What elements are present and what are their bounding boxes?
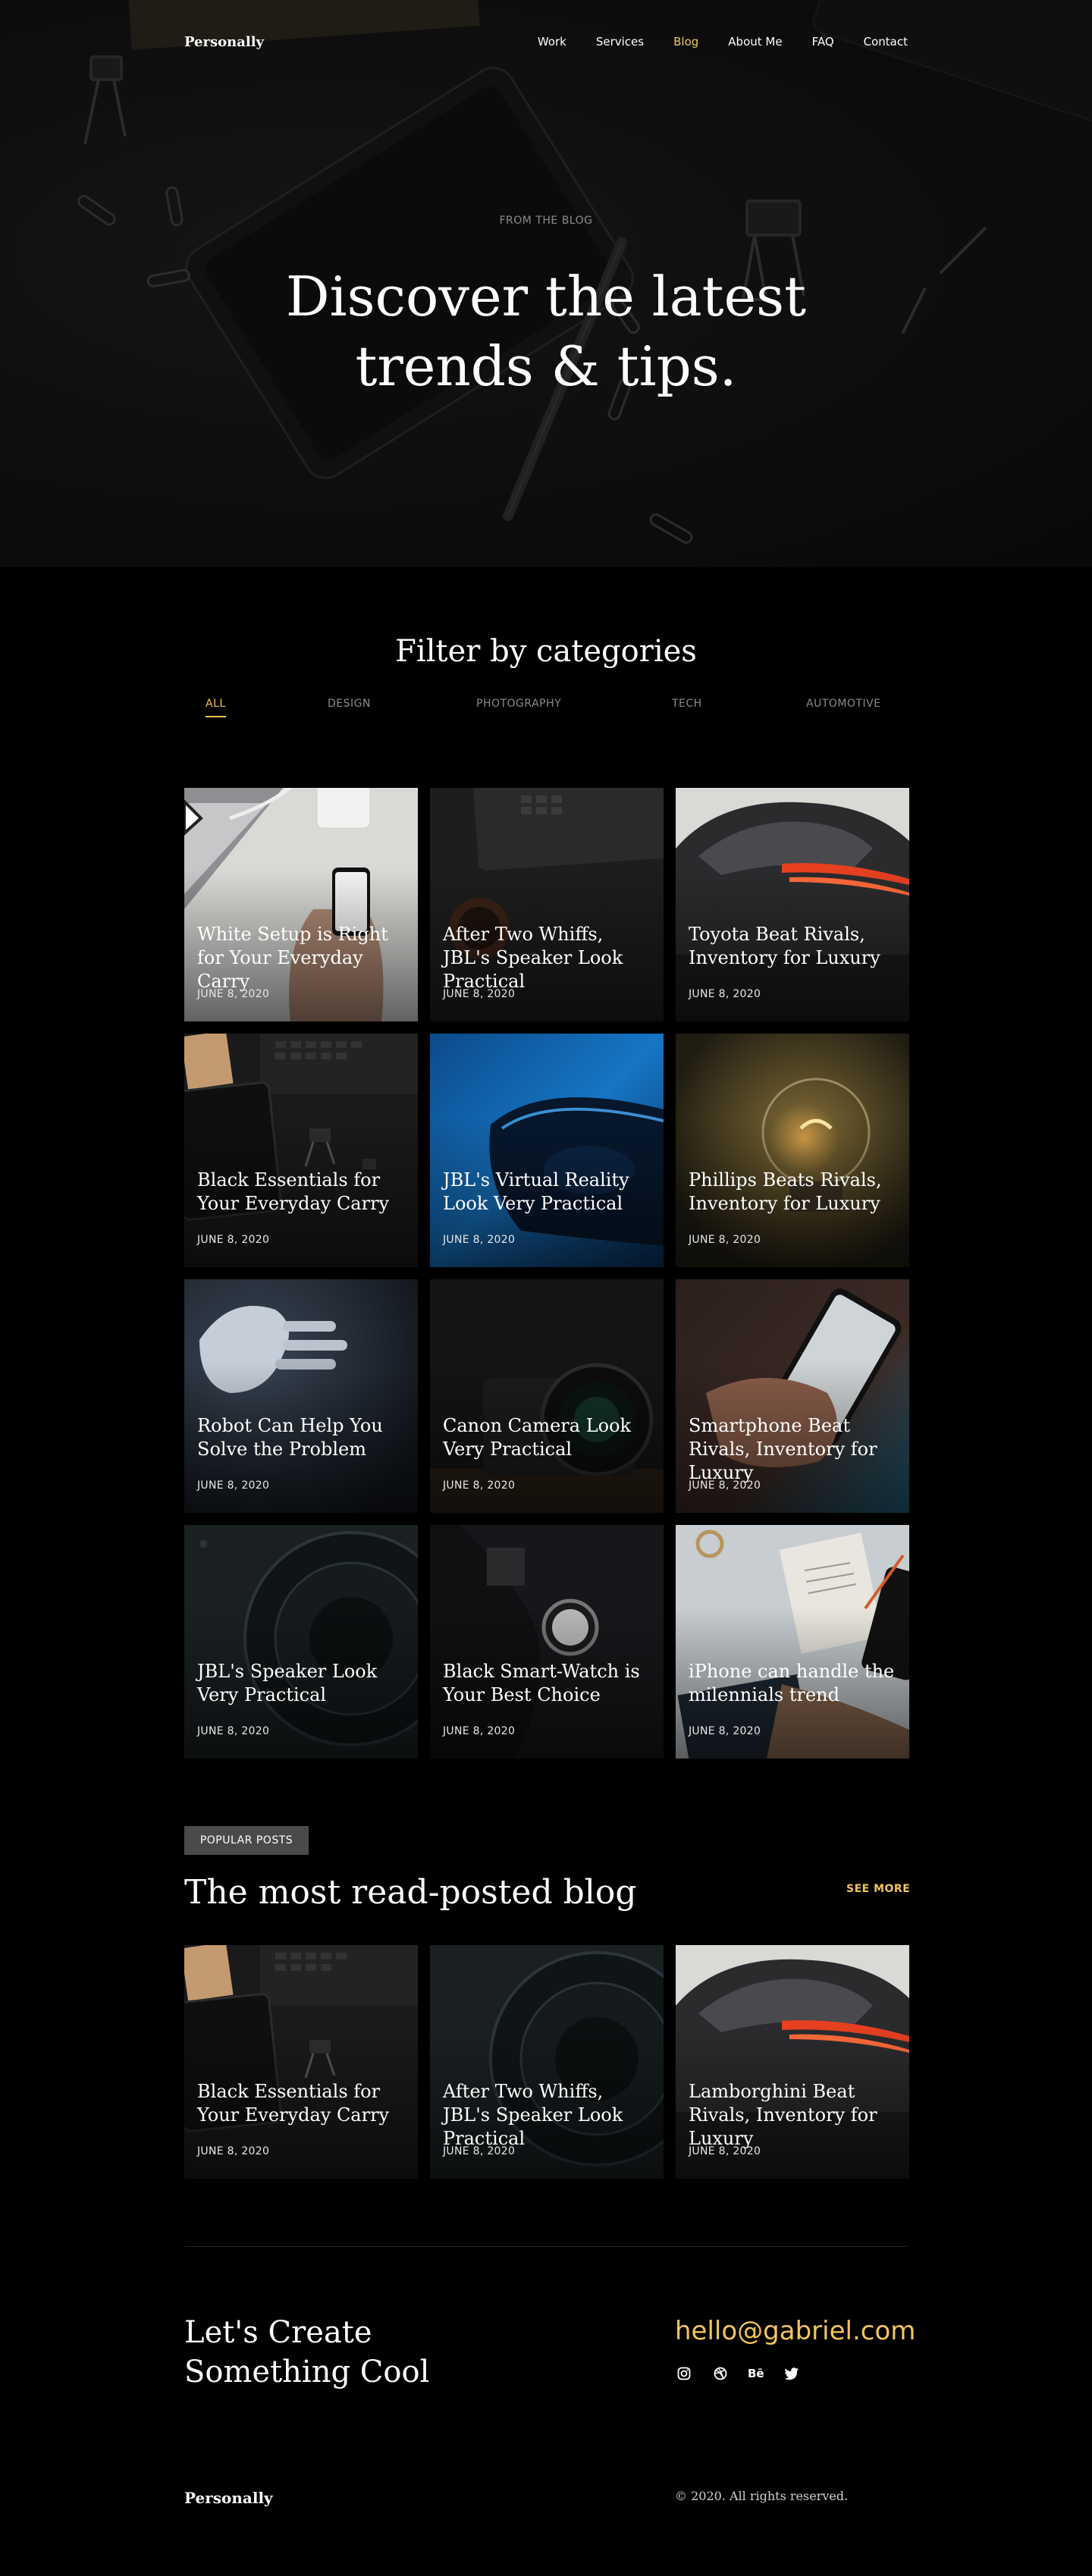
card-shade bbox=[430, 1525, 664, 1759]
hero-title-line-2: trends & tips. bbox=[355, 334, 737, 398]
card-shade bbox=[430, 1279, 664, 1513]
post-title: Lamborghini Beat Rivals, Inventory for L… bbox=[689, 2081, 877, 2149]
nav-links: Work Services Blog About Me FAQ Contact bbox=[538, 35, 908, 49]
post-title: Black Essentials for Your Everyday Carry bbox=[197, 1169, 390, 1214]
post-title: Phillips Beats Rivals, Inventory for Lux… bbox=[689, 1169, 882, 1214]
post-date: JUNE 8, 2020 bbox=[443, 1725, 516, 1737]
post-title: Black Smart-Watch is Your Best Choice bbox=[443, 1661, 640, 1705]
brand-logo[interactable]: Personally bbox=[184, 34, 264, 50]
behance-icon[interactable]: Bē bbox=[748, 2364, 764, 2383]
card-shade bbox=[676, 1034, 909, 1267]
post-date: JUNE 8, 2020 bbox=[197, 988, 270, 1000]
post-card[interactable]: After Two Whiffs, JBL's Speaker Look Pra… bbox=[430, 788, 664, 1021]
post-date: JUNE 8, 2020 bbox=[443, 1234, 516, 1246]
hero-kicker: FROM THE BLOG bbox=[499, 215, 593, 227]
nav-link-contact[interactable]: Contact bbox=[864, 35, 908, 49]
filter-tab-design[interactable]: DESIGN bbox=[328, 698, 371, 710]
post-date: JUNE 8, 2020 bbox=[197, 1725, 270, 1737]
hero-section: Personally Work Services Blog About Me F… bbox=[0, 0, 1092, 567]
post-title: Canon Camera Look Very Practical bbox=[443, 1415, 632, 1460]
post-card[interactable]: Phillips Beats Rivals, Inventory for Lux… bbox=[676, 1034, 909, 1267]
cta-line-1: Let's Create bbox=[184, 2315, 372, 2350]
hero-title: Discover the latest trends & tips. bbox=[281, 262, 811, 401]
post-date: JUNE 8, 2020 bbox=[197, 1479, 270, 1492]
filter-tab-photography[interactable]: PHOTOGRAPHY bbox=[476, 698, 561, 710]
hero-title-line-1: Discover the latest bbox=[285, 265, 807, 328]
footer-divider bbox=[184, 2246, 908, 2247]
post-date: JUNE 8, 2020 bbox=[197, 1234, 270, 1246]
instagram-icon[interactable] bbox=[675, 2364, 693, 2383]
card-shade bbox=[184, 1945, 418, 2179]
footer-brand[interactable]: Personally bbox=[184, 2489, 273, 2507]
post-date: JUNE 8, 2020 bbox=[443, 1479, 516, 1492]
post-title: White Setup is Right for Your Everyday C… bbox=[197, 924, 388, 992]
post-card[interactable]: Toyota Beat Rivals, Inventory for Luxury… bbox=[676, 788, 909, 1021]
post-date: JUNE 8, 2020 bbox=[443, 988, 516, 1000]
filter-title: Filter by categories bbox=[395, 634, 697, 669]
social-links: Bē bbox=[675, 2364, 801, 2383]
nav-link-services[interactable]: Services bbox=[596, 35, 644, 49]
post-title: iPhone can handle the milennials trend bbox=[689, 1661, 895, 1705]
post-title: JBL's Virtual Reality Look Very Practica… bbox=[443, 1169, 629, 1214]
cta-heading: Let's Create Something Cool bbox=[184, 2313, 429, 2392]
card-shade bbox=[676, 1525, 909, 1759]
filter-tab-all[interactable]: ALL bbox=[206, 698, 226, 717]
see-more-link[interactable]: SEE MORE bbox=[846, 1883, 910, 1895]
filter-tab-tech[interactable]: TECH bbox=[672, 698, 702, 710]
nav-link-work[interactable]: Work bbox=[538, 35, 566, 49]
cta-line-2: Something Cool bbox=[184, 2355, 430, 2389]
card-shade bbox=[184, 1279, 418, 1513]
post-card[interactable]: White Setup is Right for Your Everyday C… bbox=[184, 788, 418, 1021]
twitter-icon[interactable] bbox=[783, 2364, 801, 2383]
post-date: JUNE 8, 2020 bbox=[443, 2145, 516, 2157]
popular-post-card[interactable]: Lamborghini Beat Rivals, Inventory for L… bbox=[676, 1945, 909, 2179]
post-card[interactable]: Smartphone Beat Rivals, Inventory for Lu… bbox=[676, 1279, 909, 1513]
filter-tabs: ALL DESIGN PHOTOGRAPHY TECH AUTOMOTIVE bbox=[184, 698, 908, 720]
post-card[interactable]: JBL's Speaker Look Very Practical JUNE 8… bbox=[184, 1525, 418, 1759]
nav-link-blog[interactable]: Blog bbox=[673, 35, 698, 49]
post-title: After Two Whiffs, JBL's Speaker Look Pra… bbox=[443, 924, 623, 992]
popular-title: The most read-posted blog bbox=[184, 1873, 637, 1912]
filter-tab-automotive[interactable]: AUTOMOTIVE bbox=[806, 698, 881, 710]
card-shade bbox=[184, 1525, 418, 1759]
post-card[interactable]: Black Essentials for Your Everyday Carry… bbox=[184, 1034, 418, 1267]
card-shade bbox=[430, 1034, 664, 1267]
post-date: JUNE 8, 2020 bbox=[689, 1479, 761, 1492]
popular-post-card[interactable]: Black Essentials for Your Everyday Carry… bbox=[184, 1945, 418, 2179]
post-title: Robot Can Help You Solve the Problem bbox=[197, 1415, 383, 1460]
card-shade bbox=[676, 788, 909, 1021]
copyright-text: © 2020. All rights reserved. bbox=[675, 2489, 849, 2503]
post-card[interactable]: JBL's Virtual Reality Look Very Practica… bbox=[430, 1034, 664, 1267]
popular-posts-badge: POPULAR POSTS bbox=[184, 1826, 309, 1855]
nav-link-about-me[interactable]: About Me bbox=[728, 35, 782, 49]
post-title: Toyota Beat Rivals, Inventory for Luxury bbox=[689, 924, 880, 968]
post-title: After Two Whiffs, JBL's Speaker Look Pra… bbox=[443, 2081, 623, 2149]
post-date: JUNE 8, 2020 bbox=[689, 988, 761, 1000]
post-card[interactable]: iPhone can handle the milennials trend J… bbox=[676, 1525, 909, 1759]
post-card[interactable]: Canon Camera Look Very Practical JUNE 8,… bbox=[430, 1279, 664, 1513]
post-title: Black Essentials for Your Everyday Carry bbox=[197, 2081, 390, 2126]
post-date: JUNE 8, 2020 bbox=[689, 1725, 761, 1737]
post-date: JUNE 8, 2020 bbox=[689, 1234, 761, 1246]
post-card[interactable]: Robot Can Help You Solve the Problem JUN… bbox=[184, 1279, 418, 1513]
post-title: JBL's Speaker Look Very Practical bbox=[197, 1661, 378, 1705]
dribbble-icon[interactable] bbox=[711, 2364, 730, 2383]
nav-link-faq[interactable]: FAQ bbox=[812, 35, 834, 49]
popular-post-card[interactable]: After Two Whiffs, JBL's Speaker Look Pra… bbox=[430, 1945, 664, 2179]
contact-email-link[interactable]: hello@gabriel.com bbox=[675, 2316, 915, 2346]
top-nav: Personally Work Services Blog About Me F… bbox=[184, 30, 908, 53]
post-title: Smartphone Beat Rivals, Inventory for Lu… bbox=[689, 1415, 877, 1483]
post-date: JUNE 8, 2020 bbox=[689, 2145, 761, 2157]
card-shade bbox=[184, 1034, 418, 1267]
post-date: JUNE 8, 2020 bbox=[197, 2145, 270, 2157]
post-card[interactable]: Black Smart-Watch is Your Best Choice JU… bbox=[430, 1525, 664, 1759]
